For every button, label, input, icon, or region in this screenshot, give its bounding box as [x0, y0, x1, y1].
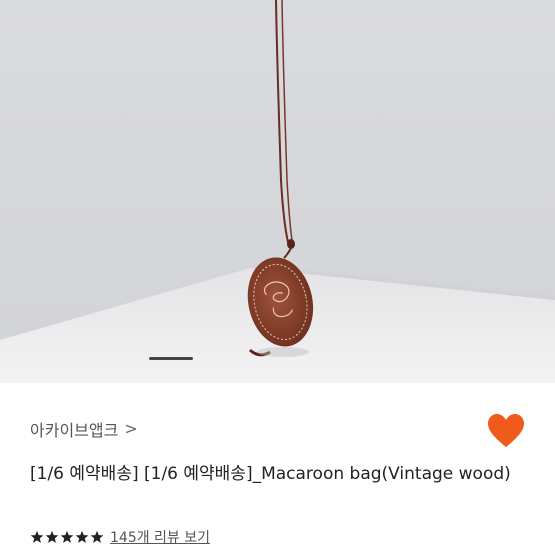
- star-icon: [75, 530, 89, 543]
- star-icon: [30, 530, 44, 543]
- star-icon: [60, 530, 74, 543]
- store-name: 아카이브앱크: [30, 421, 119, 440]
- heart-shape: [488, 414, 524, 447]
- star-icon: [45, 530, 59, 543]
- star-icon: [90, 530, 104, 543]
- product-title: [1/6 예약배송] [1/6 예약배송]_Macaroon bag(Vinta…: [30, 464, 511, 484]
- store-link[interactable]: 아카이브앱크 >: [30, 417, 138, 441]
- product-image[interactable]: [0, 0, 555, 383]
- star-rating: [30, 530, 104, 544]
- rating-row[interactable]: 145개 리뷰 보기: [30, 527, 210, 547]
- chevron-right-icon: >: [124, 419, 138, 438]
- carousel-indicator[interactable]: [149, 357, 193, 360]
- product-info: 아카이브앱크 > [1/6 예약배송] [1/6 예약배송]_Macaroon …: [0, 383, 555, 555]
- heart-icon[interactable]: [487, 413, 525, 449]
- product-photo: [0, 0, 555, 383]
- review-link[interactable]: 145개 리뷰 보기: [110, 527, 210, 547]
